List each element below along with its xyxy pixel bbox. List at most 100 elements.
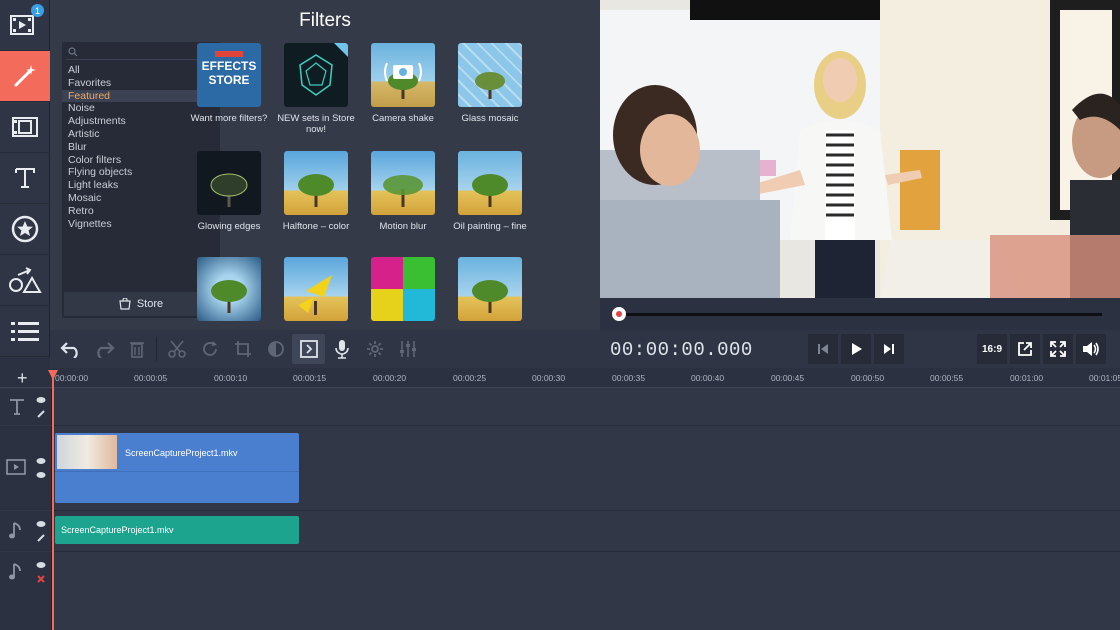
video-clip[interactable]: ScreenCaptureProject1.mkv [55,433,299,503]
quad-pink [371,257,403,289]
quad-yellow [371,289,403,321]
camera-shake-icon [384,62,422,82]
muted-icon[interactable] [36,574,46,584]
aspect-ratio-button[interactable]: 16:9 [977,334,1007,364]
filter-label: Camera shake [372,113,434,124]
filter-tile-flying-objects[interactable] [284,257,348,321]
lock-pencil-icon[interactable] [36,409,46,419]
equalizer-button[interactable] [391,334,424,364]
store-button[interactable]: Store [64,292,218,316]
skip-forward-icon [884,344,894,354]
visibility-eye-icon[interactable] [36,560,46,570]
volume-button[interactable] [1076,334,1106,364]
filter-tile-camera-shake[interactable] [371,43,435,107]
lock-pencil-icon[interactable] [36,533,46,543]
filters-button[interactable] [0,51,50,102]
filter-tile-vignette[interactable] [197,257,261,321]
add-track-button[interactable]: + [17,368,28,388]
category-blur[interactable]: Blur [62,141,220,154]
tree-thumbnail-icon [211,280,247,313]
clip-properties-button[interactable] [358,334,391,364]
ruler-label: 00:00:35 [612,373,646,383]
next-frame-button[interactable] [874,334,904,364]
toolbar-divider [156,337,157,361]
tree-thumbnail-icon [472,280,508,313]
filter-tile-glass-mosaic[interactable] [458,43,522,107]
magic-wand-icon [14,65,36,87]
edit-toolbar [50,330,600,368]
scrub-handle[interactable] [612,307,626,321]
playhead[interactable] [52,376,54,630]
quad-green [403,257,435,289]
store-label: Store [136,298,164,310]
filter-tile-glowing-edges[interactable] [197,151,261,215]
color-adjust-button[interactable] [259,334,292,364]
skip-back-icon [818,344,828,354]
timeline-ruler[interactable]: + 00:00:00 00:00:05 00:00:10 00:00:15 00… [0,368,1120,388]
scrub-track[interactable] [620,313,1102,316]
equalizer-icon [399,341,416,357]
titles-button[interactable] [0,153,50,204]
filter-tile-retro[interactable] [458,257,522,321]
redo-button[interactable] [87,334,120,364]
mute-icon[interactable] [36,470,46,480]
video-preview[interactable] [600,0,1120,298]
crop-button[interactable] [226,334,259,364]
filter-tile-halftone-color[interactable] [284,151,348,215]
callouts-button[interactable] [0,255,50,306]
external-window-icon [1018,342,1032,356]
visibility-eye-icon[interactable] [36,519,46,529]
left-toolbar: 1 [0,0,50,358]
ruler-label: 00:00:05 [134,373,168,383]
filter-tile-color-quad[interactable] [371,257,435,321]
stickers-icon [11,215,39,243]
filter-label: Motion blur [379,221,427,232]
filter-tile-effects-store[interactable]: EFFECTS STORE [197,43,261,107]
playback-scrubber[interactable] [600,298,1120,330]
visibility-eye-icon[interactable] [36,395,46,405]
cut-button[interactable] [160,334,193,364]
tile-store-text: EFFECTS STORE [201,59,257,87]
play-icon [852,343,862,355]
fullscreen-button[interactable] [1043,334,1073,364]
category-search-input[interactable]: ✕ [66,44,216,60]
microphone-icon [334,340,349,359]
filter-label: Want more filters? [190,113,268,124]
ruler-label: 00:01:00 [1010,373,1044,383]
visibility-eye-icon[interactable] [36,456,46,466]
undo-button[interactable] [54,334,87,364]
record-audio-button[interactable] [325,334,358,364]
undo-icon [59,342,78,358]
filter-tile-motion-blur[interactable] [371,151,435,215]
more-tools-button[interactable] [0,306,50,357]
ruler-label: 00:00:00 [55,373,89,383]
ruler-label: 00:00:10 [214,373,248,383]
filter-tile-new-sets[interactable] [284,43,348,107]
title-track[interactable] [52,389,1120,426]
rotate-button[interactable] [193,334,226,364]
ruler-label: 00:00:40 [691,373,725,383]
panel-title: Filters [299,10,351,31]
video-editor-app: 1 Filters ✕ All Fav [0,0,1120,630]
filter-label: Halftone – color [282,221,350,232]
detach-player-button[interactable] [1010,334,1040,364]
title-track-header [0,389,52,425]
transitions-button[interactable] [0,102,50,153]
music-track[interactable] [52,552,1120,630]
category-artistic[interactable]: Artistic [62,128,220,141]
delete-button[interactable] [120,334,153,364]
audio-clip[interactable]: ScreenCaptureProject1.mkv [55,516,299,544]
import-media-button[interactable]: 1 [0,0,50,51]
crop-icon [234,341,251,357]
ruler-label: 00:00:55 [930,373,964,383]
tree-thumbnail-icon [298,174,334,207]
rotate-icon [202,341,217,356]
previous-frame-button[interactable] [808,334,838,364]
filter-tile-oil-painting[interactable] [458,151,522,215]
ruler-label: 00:01:05 [1089,373,1120,383]
stickers-button[interactable] [0,204,50,255]
transition-wizard-button[interactable] [292,334,325,364]
tree-thumbnail-icon [472,174,508,207]
trash-icon [129,342,144,358]
play-button[interactable] [841,334,871,364]
